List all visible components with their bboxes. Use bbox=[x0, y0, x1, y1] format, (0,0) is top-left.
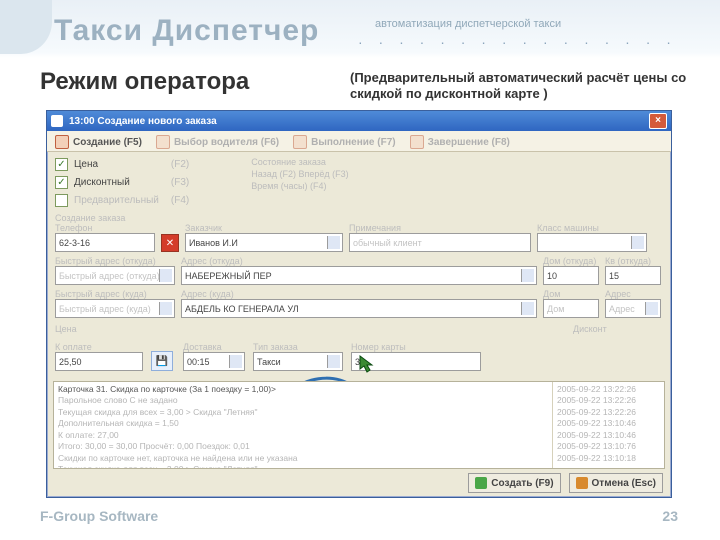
check-prelim-key: (F4) bbox=[171, 195, 189, 206]
check-discount-label: Дисконтный bbox=[74, 177, 130, 188]
log-time: 2005-09-22 13:10:46 bbox=[557, 430, 660, 441]
close-icon[interactable]: × bbox=[649, 113, 667, 129]
inp-card[interactable]: 31 bbox=[351, 352, 481, 371]
save-icon[interactable]: 💾 bbox=[151, 351, 173, 371]
lbl-notes: Примечания bbox=[349, 223, 531, 233]
inp-customer[interactable]: Иванов И.И bbox=[185, 233, 343, 252]
page-note: (Предварительный автоматический расчёт ц… bbox=[350, 70, 690, 103]
create-button-label: Создать (F9) bbox=[491, 478, 553, 489]
inp-arrive[interactable]: 00:15 bbox=[183, 352, 245, 371]
tab-exec-label: Выполнение (F7) bbox=[311, 137, 395, 148]
inp-hfromb[interactable]: 15 bbox=[605, 266, 661, 285]
tab-exec[interactable]: Выполнение (F7) bbox=[293, 135, 395, 149]
page-heading: Режим оператора bbox=[40, 68, 249, 96]
check-discount-key: (F3) bbox=[171, 177, 189, 188]
tab-create-icon bbox=[55, 135, 69, 149]
cancel-button-label: Отмена (Esc) bbox=[592, 478, 656, 489]
inp-afrom[interactable]: НАБЕРЕЖНЫЙ ПЕР bbox=[181, 266, 537, 285]
inp-notes[interactable]: обычный клиент bbox=[349, 233, 531, 252]
lbl-ato: Адрес (куда) bbox=[181, 289, 537, 299]
inp-qfrom[interactable]: Быстрый адрес (откуда) bbox=[55, 266, 175, 285]
log-time: 2005-09-22 13:22:26 bbox=[557, 384, 660, 395]
lbl-carclass: Класс машины bbox=[537, 223, 647, 233]
window-icon bbox=[51, 115, 63, 127]
cancel-button[interactable]: Отмена (Esc) bbox=[569, 473, 663, 493]
log-line: Карточка 31. Скидка по карточке (За 1 по… bbox=[58, 384, 548, 395]
inp-ato[interactable]: АБДЕЛЬ КО ГЕНЕРАЛА УЛ bbox=[181, 299, 537, 318]
tab-create-label: Создание (F5) bbox=[73, 137, 142, 148]
lbl-disc: Дисконт bbox=[573, 324, 673, 334]
inp-hfroma[interactable]: 10 bbox=[543, 266, 599, 285]
check-discount[interactable] bbox=[55, 176, 68, 189]
window-title: 13:00 Создание нового заказа bbox=[69, 116, 217, 127]
lbl-card: Номер карты bbox=[351, 342, 481, 352]
log-time: 2005-09-22 13:22:26 bbox=[557, 407, 660, 418]
lbl-otype: Тип заказа bbox=[253, 342, 343, 352]
lbl-arrive: Доставка bbox=[183, 342, 245, 352]
footer-left: F-Group Software bbox=[40, 508, 158, 524]
lbl-hfromb: Кв (откуда) bbox=[605, 256, 661, 266]
create-button[interactable]: Создать (F9) bbox=[468, 473, 560, 493]
ok-icon bbox=[475, 477, 487, 489]
log-messages[interactable]: Карточка 31. Скидка по карточке (За 1 по… bbox=[54, 382, 552, 468]
tab-strip: Создание (F5) Выбор водителя (F6) Выполн… bbox=[47, 131, 671, 152]
inp-qto[interactable]: Быстрый адрес (куда) bbox=[55, 299, 175, 318]
create-section-caption: Создание заказа bbox=[55, 213, 663, 223]
window-titlebar[interactable]: 13:00 Создание нового заказа × bbox=[47, 111, 671, 131]
lbl-phone: Телефон bbox=[55, 223, 155, 233]
check-prelim[interactable] bbox=[55, 194, 68, 207]
tab-done-icon bbox=[410, 135, 424, 149]
lbl-qfrom: Быстрый адрес (откуда) bbox=[55, 256, 175, 266]
tab-done-label: Завершение (F8) bbox=[428, 137, 510, 148]
log-time: 2005-09-22 13:22:26 bbox=[557, 395, 660, 406]
log-panel: Карточка 31. Скидка по карточке (За 1 по… bbox=[53, 381, 665, 469]
tab-exec-icon bbox=[293, 135, 307, 149]
tab-driver-icon bbox=[156, 135, 170, 149]
state-caption: Состояние заказа bbox=[251, 156, 348, 168]
lbl-price: Цена bbox=[55, 324, 175, 334]
log-time: 2005-09-22 13:10:46 bbox=[557, 418, 660, 429]
inp-carclass[interactable] bbox=[537, 233, 647, 252]
log-line: Скидки по карточке нет, карточка не найд… bbox=[58, 453, 548, 464]
log-line: Итого: 30,00 = 30,00 Просчёт: 0,00 Поезд… bbox=[58, 441, 548, 452]
order-window: 13:00 Создание нового заказа × Создание … bbox=[46, 110, 672, 498]
log-line: Текущая скидка для всех = 3,00 > Скидка … bbox=[58, 464, 548, 468]
tab-create[interactable]: Создание (F5) bbox=[55, 135, 142, 149]
check-price[interactable] bbox=[55, 158, 68, 171]
inp-htoa[interactable]: Дом bbox=[543, 299, 599, 318]
header-dots: · · · · · · · · · · · · · · · · bbox=[358, 34, 677, 50]
log-times[interactable]: 2005-09-22 13:22:26 2005-09-22 13:22:26 … bbox=[552, 382, 664, 468]
lbl-htoa: Дом bbox=[543, 289, 599, 299]
tab-driver-label: Выбор водителя (F6) bbox=[174, 137, 279, 148]
check-prelim-label: Предварительный bbox=[74, 195, 159, 206]
lbl-customer: Заказчик bbox=[185, 223, 343, 233]
log-line: К оплате: 27,00 bbox=[58, 430, 548, 441]
tab-driver[interactable]: Выбор водителя (F6) bbox=[156, 135, 279, 149]
lbl-pay: К оплате bbox=[55, 342, 143, 352]
inp-htob[interactable]: Адрес bbox=[605, 299, 661, 318]
check-price-label: Цена bbox=[74, 159, 98, 170]
log-time: 2005-09-22 13:10:18 bbox=[557, 453, 660, 464]
log-line: Парольное слово С не задано bbox=[58, 395, 548, 406]
brand-title: Такси Диспетчер bbox=[54, 14, 319, 48]
footer-page: 23 bbox=[662, 508, 678, 524]
lbl-afrom: Адрес (откуда) bbox=[181, 256, 537, 266]
lbl-hfroma: Дом (откуда) bbox=[543, 256, 599, 266]
log-time: 2005-09-22 13:10:76 bbox=[557, 441, 660, 452]
cancel-icon bbox=[576, 477, 588, 489]
header-curve bbox=[0, 0, 52, 54]
log-line: Дополнительная скидка = 1,50 bbox=[58, 418, 548, 429]
state-line2: Время (часы) (F4) bbox=[251, 180, 348, 192]
state-line1: Назад (F2) Вперёд (F3) bbox=[251, 168, 348, 180]
lbl-qto: Быстрый адрес (куда) bbox=[55, 289, 175, 299]
inp-pay[interactable]: 25,50 bbox=[55, 352, 143, 371]
log-line: Текущая скидка для всех = 3,00 > Скидка … bbox=[58, 407, 548, 418]
clear-phone-icon[interactable]: ✕ bbox=[161, 234, 179, 252]
lbl-htob: Адрес bbox=[605, 289, 661, 299]
brand-subtitle: автоматизация диспетчерской такси bbox=[375, 18, 561, 30]
inp-phone[interactable]: 62-3-16 bbox=[55, 233, 155, 252]
check-price-key: (F2) bbox=[171, 159, 189, 170]
tab-done[interactable]: Завершение (F8) bbox=[410, 135, 510, 149]
inp-otype[interactable]: Такси bbox=[253, 352, 343, 371]
